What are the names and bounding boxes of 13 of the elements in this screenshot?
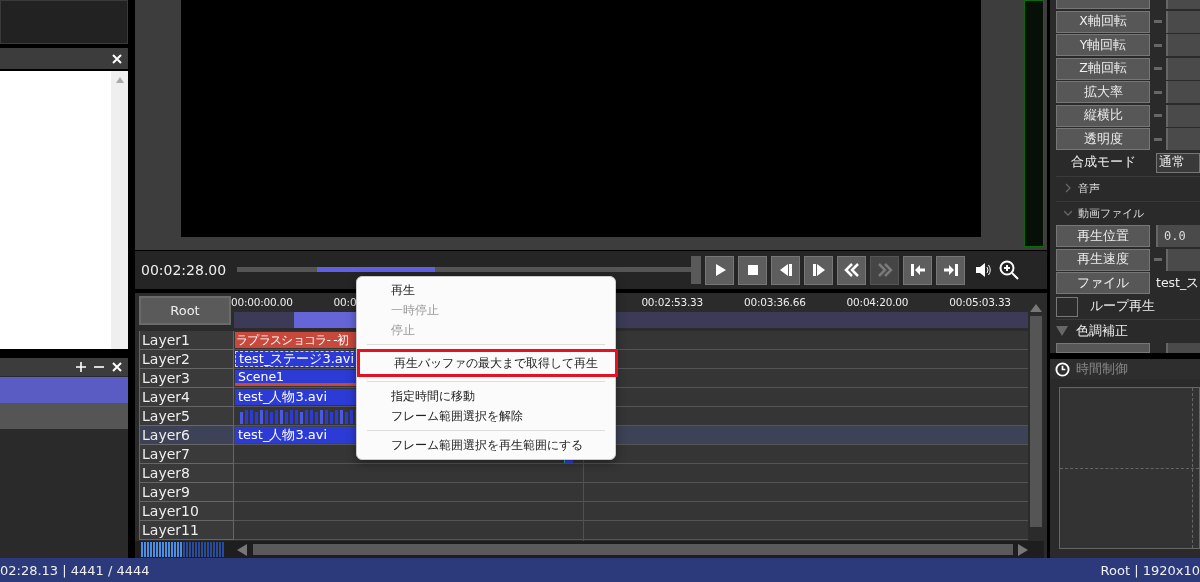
time-label: 00:0 <box>333 296 357 308</box>
time-label: 00:05:03.33 <box>949 296 1011 308</box>
panel-title: 時間制御 <box>1076 360 1128 378</box>
time-label: 00:00:00.00 <box>231 296 293 308</box>
time-label: 00:02:53.33 <box>641 296 704 308</box>
file-name: test_ス <box>1156 274 1200 292</box>
checkbox-label: ループ再生 <box>1090 298 1155 316</box>
status-text: 02:28.13 | 4441 / 4444 <box>0 562 150 578</box>
property-label: 合成モード <box>1069 154 1137 172</box>
time-label: 00:04:20.00 <box>846 296 909 308</box>
status-text: Root | 1920x10 <box>1100 562 1200 578</box>
time-label: 00:03:36.66 <box>744 296 806 308</box>
current-time: 00:02:28.00 <box>141 262 228 278</box>
